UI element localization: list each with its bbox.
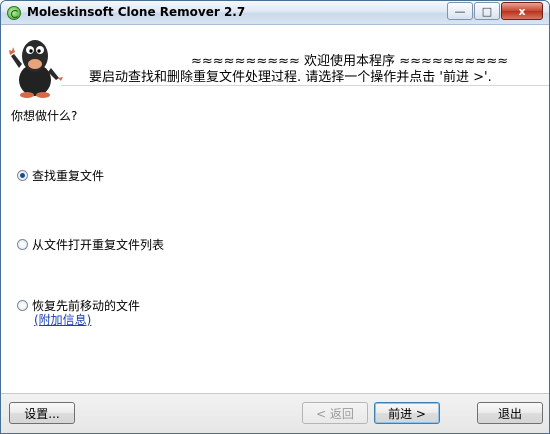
option-label: 从文件打开重复文件列表 [32, 238, 165, 252]
footer-bar: 设置... < 返回 前进 > 退出 [1, 393, 549, 433]
maximize-button[interactable]: □ [474, 2, 500, 20]
close-button[interactable]: x [501, 2, 543, 20]
radio-restore-files[interactable] [17, 300, 28, 311]
next-button[interactable]: 前进 > [374, 402, 440, 424]
caption-buttons: — □ x [446, 2, 543, 20]
window-title: Moleskinsoft Clone Remover 2.7 [27, 5, 246, 19]
minimize-button[interactable]: — [447, 2, 473, 20]
settings-button[interactable]: 设置... [9, 402, 75, 424]
header-divider [61, 85, 549, 86]
option-find-duplicates[interactable]: 查找重复文件 [17, 167, 104, 184]
more-info-link[interactable]: (附加信息) [34, 311, 91, 328]
question-label: 你想做什么? [11, 109, 78, 123]
exit-button[interactable]: 退出 [477, 402, 543, 424]
app-window: Moleskinsoft Clone Remover 2.7 — □ x ≈≈≈… [0, 0, 550, 434]
instruction-text: 要启动查找和删除重复文件处理过程. 请选择一个操作并点击 '前进 >'. [89, 70, 492, 85]
header-banner: ≈≈≈≈≈≈≈≈≈≈ 欢迎使用本程序 ≈≈≈≈≈≈≈≈≈≈ 要启动查找和删除重复… [1, 26, 549, 102]
option-open-list[interactable]: 从文件打开重复文件列表 [17, 236, 164, 253]
app-logo-icon [7, 6, 21, 20]
radio-find-duplicates[interactable] [17, 170, 28, 181]
back-button[interactable]: < 返回 [302, 402, 368, 424]
option-label: 查找重复文件 [32, 169, 105, 183]
mole-mascot-icon [9, 40, 63, 98]
radio-open-list[interactable] [17, 239, 28, 250]
title-bar[interactable]: Moleskinsoft Clone Remover 2.7 — □ x [1, 1, 549, 25]
